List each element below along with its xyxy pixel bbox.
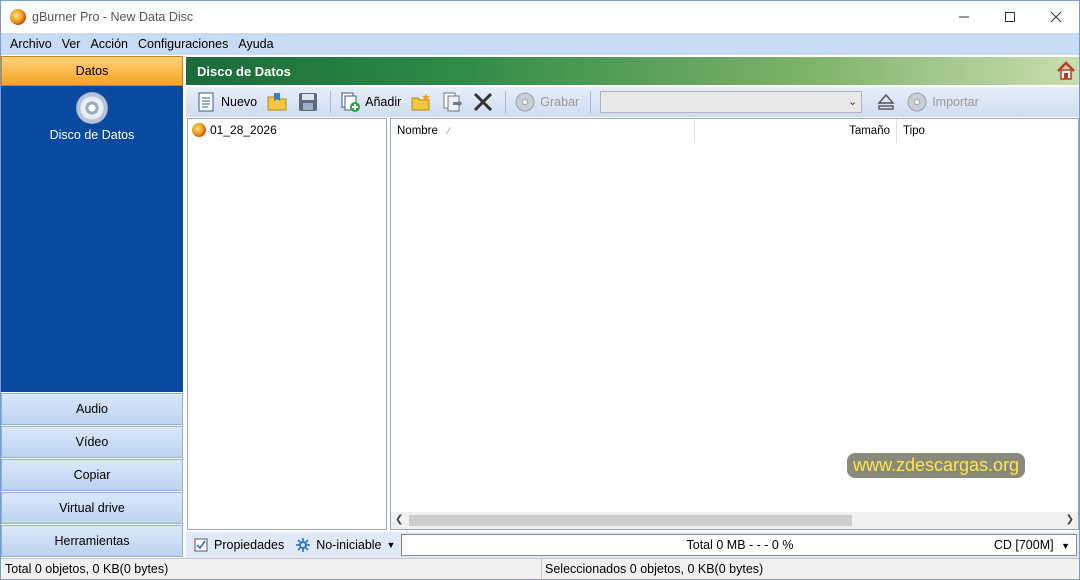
sidebar-tab-copiar[interactable]: Copiar: [1, 459, 183, 491]
extract-icon: [443, 92, 463, 112]
eject-button[interactable]: [872, 89, 900, 115]
close-icon: [1050, 11, 1062, 23]
toolbar-separator: [590, 91, 592, 113]
boot-option-dropdown[interactable]: No-iniciable ▼: [296, 538, 395, 552]
add-files-icon: [341, 92, 361, 112]
status-total: Total 0 objetos, 0 KB(0 bytes): [1, 558, 542, 580]
menu-bar: Archivo Ver Acción Configuraciones Ayuda: [1, 33, 1079, 55]
scrollbar-thumb[interactable]: [409, 515, 852, 526]
sidebar-datos-pane: Disco de Datos: [1, 86, 183, 392]
burn-disc-icon: [515, 92, 535, 112]
menu-archivo[interactable]: Archivo: [5, 37, 57, 51]
menu-configuraciones[interactable]: Configuraciones: [133, 37, 233, 51]
close-button[interactable]: [1033, 1, 1079, 33]
gear-icon: [296, 538, 311, 552]
section-title: Disco de Datos: [197, 63, 291, 79]
properties-button[interactable]: Propiedades: [194, 538, 284, 552]
add-button-label: Añadir: [365, 95, 402, 109]
column-name-label: Nombre: [397, 125, 438, 137]
status-bar: Total 0 objetos, 0 KB(0 bytes) Seleccion…: [1, 558, 1079, 580]
sidebar-tab-herramientas[interactable]: Herramientas: [1, 525, 183, 557]
properties-label: Propiedades: [214, 538, 285, 552]
media-size-label: CD [700M]: [993, 538, 1054, 552]
sidebar-tab-audio[interactable]: Audio: [1, 393, 183, 425]
tree-root-item[interactable]: 01_28_2026: [192, 123, 277, 137]
save-button[interactable]: [294, 89, 322, 115]
chevron-down-icon: ▼: [1061, 541, 1070, 551]
section-header: Disco de Datos: [186, 57, 1079, 85]
sidebar: Datos Disco de Datos Audio Vídeo Copiar …: [1, 56, 184, 558]
new-button-label: Nuevo: [221, 95, 258, 109]
column-header-type[interactable]: Tipo: [897, 119, 925, 143]
scroll-right-icon[interactable]: ❯: [1066, 514, 1074, 525]
file-list: Nombre ⁄ Tamaño Tipo www.zdescargas.org …: [390, 118, 1079, 530]
sidebar-tab-virtual-drive[interactable]: Virtual drive: [1, 492, 183, 524]
burn-button[interactable]: Grabar: [511, 89, 582, 115]
toolbar-separator: [505, 91, 507, 113]
gburner-app-icon: [10, 9, 26, 25]
watermark: www.zdescargas.org: [847, 453, 1026, 478]
menu-accion[interactable]: Acción: [85, 37, 133, 51]
toolbar: Nuevo Añadir Grabar ⌄ Importar: [186, 87, 1079, 117]
extract-button[interactable]: [438, 89, 466, 115]
drive-select[interactable]: ⌄: [600, 91, 863, 113]
home-icon[interactable]: [1056, 61, 1076, 81]
column-header-name[interactable]: Nombre ⁄: [391, 119, 695, 143]
boot-option-label: No-iniciable: [316, 538, 382, 552]
delete-icon: [474, 92, 493, 112]
new-document-icon: [198, 92, 214, 112]
open-folder-icon: [267, 93, 287, 111]
menu-ver[interactable]: Ver: [57, 37, 86, 51]
minimize-icon: [959, 16, 969, 18]
maximize-icon: [1005, 12, 1015, 22]
new-folder-button[interactable]: [407, 89, 435, 115]
eject-icon: [877, 93, 895, 110]
import-button[interactable]: Importar: [903, 89, 982, 115]
sidebar-tab-datos[interactable]: Datos: [1, 56, 183, 86]
menu-ayuda[interactable]: Ayuda: [233, 37, 278, 51]
chevron-down-icon: ⌄: [847, 96, 858, 108]
status-selected: Seleccionados 0 objetos, 0 KB(0 bytes): [545, 562, 764, 576]
title-bar: gBurner Pro - New Data Disc: [1, 1, 1079, 33]
data-disc-icon: [76, 92, 108, 124]
app-window: gBurner Pro - New Data Disc Archivo Ver …: [0, 0, 1080, 580]
toolbar-separator: [330, 91, 332, 113]
open-button[interactable]: [263, 89, 291, 115]
import-button-label: Importar: [932, 95, 979, 109]
column-header-size[interactable]: Tamaño: [695, 119, 897, 143]
window-title: gBurner Pro - New Data Disc: [32, 10, 194, 24]
sidebar-item-label: Disco de Datos: [49, 128, 135, 142]
add-button[interactable]: Añadir: [336, 89, 404, 115]
capacity-text: Total 0 MB - - - 0 %: [686, 538, 794, 552]
sort-ascending-icon: ⁄: [447, 126, 450, 136]
media-size-select[interactable]: CD [700M] ▼: [994, 538, 1070, 552]
folder-tree: 01_28_2026: [187, 118, 387, 530]
new-button[interactable]: Nuevo: [192, 89, 260, 115]
window-controls: [941, 1, 1079, 33]
sidebar-tab-video[interactable]: Vídeo: [1, 426, 183, 458]
sidebar-item-disco-de-datos[interactable]: Disco de Datos: [1, 92, 183, 142]
disc-info-bar: Propiedades No-iniciable ▼ Total 0 MB - …: [186, 532, 1079, 558]
new-folder-icon: [411, 93, 431, 111]
capacity-bar: Total 0 MB - - - 0 % CD [700M] ▼: [401, 534, 1077, 556]
horizontal-scrollbar[interactable]: ❮ ❯: [391, 512, 1078, 529]
import-disc-icon: [907, 92, 927, 112]
burn-button-label: Grabar: [540, 95, 580, 109]
save-icon: [299, 93, 318, 111]
maximize-button[interactable]: [987, 1, 1033, 33]
scroll-left-icon[interactable]: ❮: [395, 514, 403, 525]
minimize-button[interactable]: [941, 1, 987, 33]
delete-button[interactable]: [469, 89, 497, 115]
file-list-header: Nombre ⁄ Tamaño Tipo: [391, 119, 1078, 143]
properties-icon: [194, 538, 208, 552]
disc-icon: [192, 123, 206, 137]
tree-root-label: 01_28_2026: [210, 123, 277, 137]
chevron-down-icon: ▼: [386, 540, 396, 550]
